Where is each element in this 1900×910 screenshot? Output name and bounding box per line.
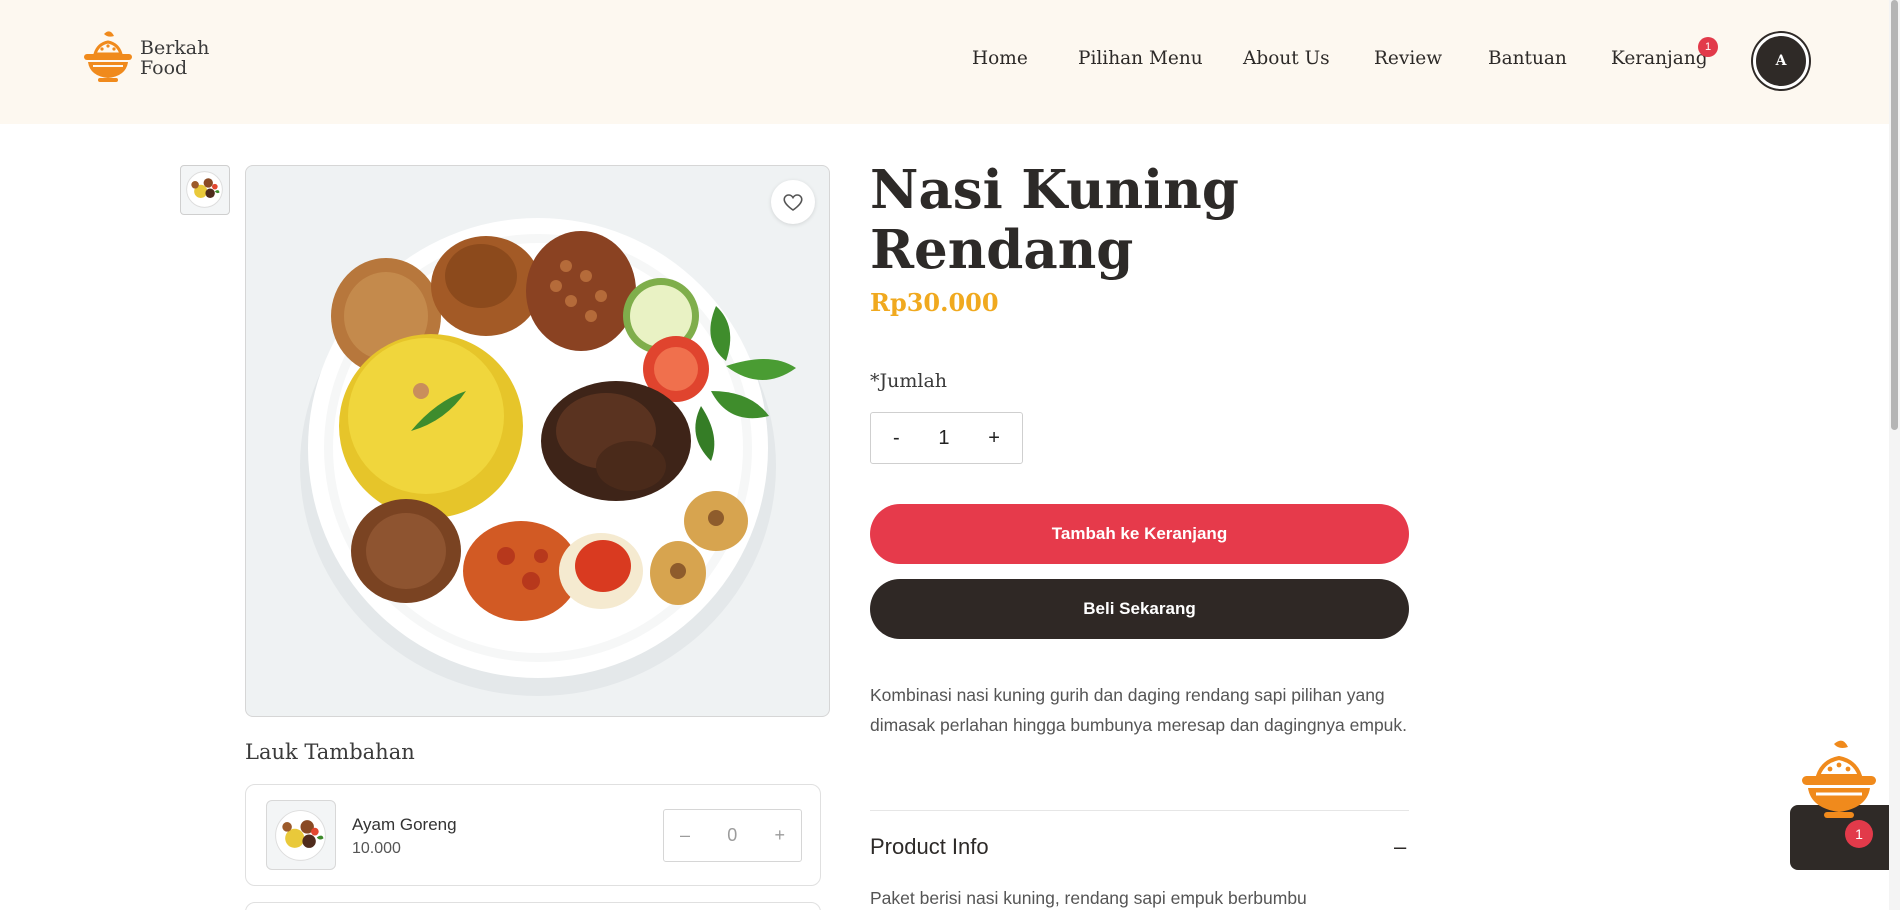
quantity-increment-button[interactable]: + bbox=[988, 427, 1000, 450]
heart-icon bbox=[783, 194, 803, 211]
scrollbar-thumb[interactable] bbox=[1891, 0, 1898, 430]
quantity-value[interactable]: 1 bbox=[938, 427, 949, 450]
add-to-cart-button[interactable]: Tambah ke Keranjang bbox=[870, 504, 1409, 564]
addon-card-next bbox=[245, 902, 821, 910]
favorite-button[interactable] bbox=[771, 180, 815, 224]
addon-card-ayam-goreng: Ayam Goreng 10.000 – 0 + bbox=[245, 784, 821, 886]
product-title-line2: Rendang bbox=[870, 219, 1134, 281]
accordion-collapse-icon[interactable]: – bbox=[1394, 834, 1406, 860]
floating-rice-bowl-icon bbox=[1802, 740, 1876, 818]
buy-now-button[interactable]: Beli Sekarang bbox=[870, 579, 1409, 639]
addons-section-title: Lauk Tambahan bbox=[245, 740, 415, 764]
product-title-line1: Nasi Kuning bbox=[870, 159, 1239, 221]
product-main-image bbox=[245, 165, 830, 717]
addon-decrement-button[interactable]: – bbox=[680, 825, 690, 846]
product-title: Nasi Kuning Rendang bbox=[870, 160, 1270, 280]
product-info-text: Paket berisi nasi kuning, rendang sapi e… bbox=[870, 888, 1307, 908]
addon-price: 10.000 bbox=[352, 840, 401, 857]
quantity-decrement-button[interactable]: - bbox=[893, 427, 900, 450]
addon-quantity-stepper: – 0 + bbox=[663, 809, 802, 862]
nav-home[interactable]: Home bbox=[972, 48, 1028, 69]
quantity-label: *Jumlah bbox=[870, 370, 948, 392]
nav-bantuan[interactable]: Bantuan bbox=[1488, 48, 1567, 69]
product-description: Kombinasi nasi kuning gurih dan daging r… bbox=[870, 685, 1408, 735]
nav-about-us[interactable]: About Us bbox=[1243, 48, 1330, 69]
addon-increment-button[interactable]: + bbox=[774, 825, 785, 846]
addon-name: Ayam Goreng bbox=[352, 815, 457, 834]
floating-cart-badge: 1 bbox=[1845, 820, 1873, 848]
user-avatar[interactable]: A bbox=[1753, 33, 1809, 89]
quantity-stepper: - 1 + bbox=[870, 412, 1023, 464]
addon-quantity-value[interactable]: 0 bbox=[727, 825, 737, 846]
nav-pilihan-menu[interactable]: Pilihan Menu bbox=[1078, 48, 1203, 69]
product-price: Rp30.000 bbox=[870, 288, 999, 317]
site-header: Berkah Food Home Pilihan Menu About Us R… bbox=[0, 0, 1889, 124]
cart-count-badge: 1 bbox=[1698, 37, 1718, 57]
nasi-kuning-rendang-photo bbox=[300, 218, 796, 696]
food-plate-thumbnail-image bbox=[186, 171, 223, 208]
product-info-accordion[interactable]: Product Info bbox=[870, 834, 989, 860]
ayam-goreng-plate-image bbox=[275, 810, 326, 861]
section-divider bbox=[870, 810, 1409, 811]
page-scrollbar[interactable] bbox=[1889, 0, 1900, 910]
product-thumbnail[interactable] bbox=[180, 165, 230, 215]
main-nav: Home Pilihan Menu About Us Review Bantua… bbox=[0, 48, 1900, 72]
nav-review[interactable]: Review bbox=[1374, 48, 1442, 69]
addon-image bbox=[266, 800, 336, 870]
nav-keranjang[interactable]: Keranjang bbox=[1611, 48, 1708, 69]
